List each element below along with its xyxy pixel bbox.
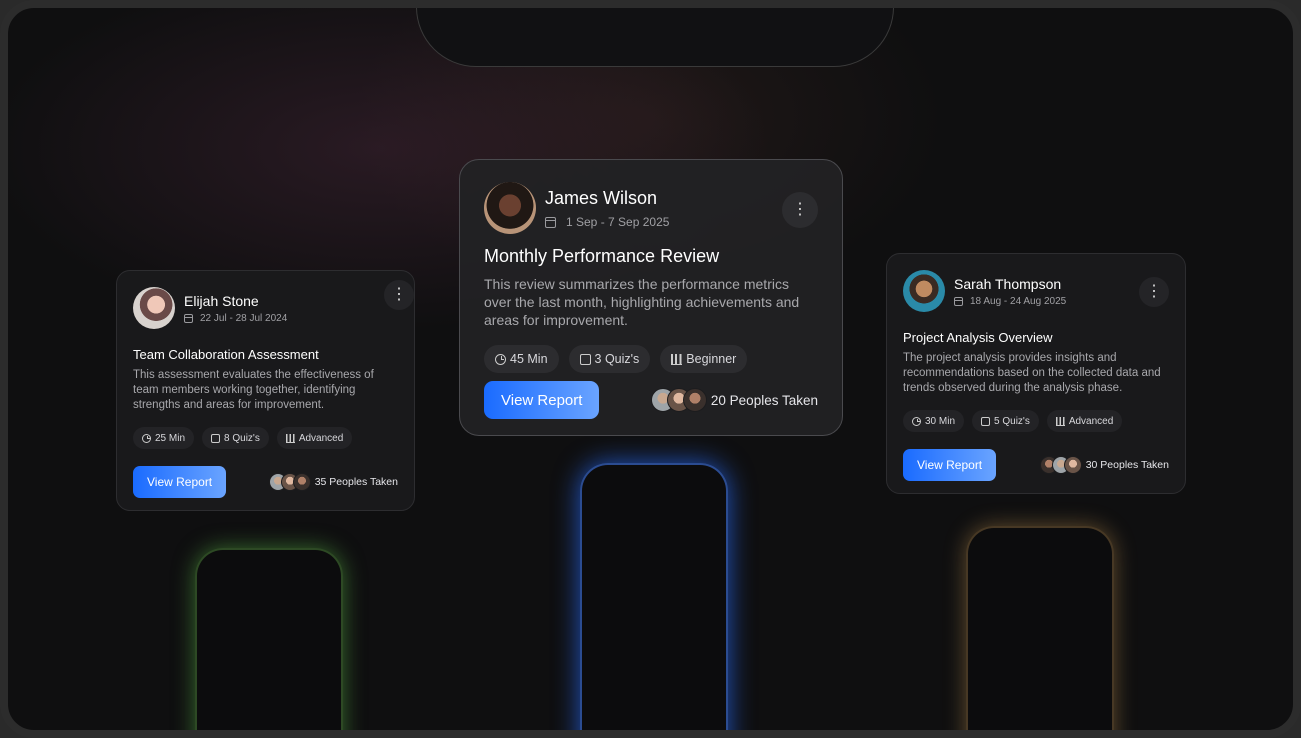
participant-avatar: [1063, 456, 1082, 474]
top-shape: [416, 8, 894, 67]
clock-icon: [912, 416, 921, 426]
user-name: James Wilson: [545, 188, 658, 208]
card-title: Project Analysis Overview: [903, 330, 1053, 345]
card-meta: 30 Min 5 Quiz's Advanced: [903, 410, 1169, 432]
more-vertical-icon: ⋮: [1146, 283, 1162, 300]
view-report-button[interactable]: View Report: [903, 449, 997, 481]
level-chip: Advanced: [276, 427, 353, 449]
date-text: 18 Aug - 24 Aug 2025: [970, 295, 1067, 307]
glow-pillar-green: [195, 548, 343, 730]
card-header: Elijah Stone 22 Jul - 28 Jul 2024: [133, 287, 398, 329]
card-meta: 25 Min 8 Quiz's Advanced: [133, 427, 398, 449]
avatar: [484, 182, 536, 234]
takers: 35 Peoples Taken: [268, 473, 398, 491]
quiz-chip: 8 Quiz's: [202, 427, 269, 449]
participant-avatar: [682, 388, 707, 412]
more-options-button[interactable]: ⋮: [384, 280, 414, 310]
bar-chart-icon: [671, 353, 683, 365]
participant-avatar: [292, 473, 311, 491]
date-text: 1 Sep - 7 Sep 2025: [566, 215, 670, 229]
glow-pillar-blue: [580, 463, 728, 730]
bar-chart-icon: [1055, 416, 1065, 426]
clock-icon: [495, 353, 506, 365]
avatar-stack: [1039, 456, 1082, 474]
date-text: 22 Jul - 28 Jul 2024: [200, 312, 288, 324]
level-text: Advanced: [1068, 415, 1114, 427]
user-name: Elijah Stone: [184, 292, 259, 309]
showcase-frame: Elijah Stone 22 Jul - 28 Jul 2024 ⋮ Team…: [0, 0, 1301, 738]
date-range: 1 Sep - 7 Sep 2025: [545, 215, 669, 229]
takers-text: 20 Peoples Taken: [710, 392, 818, 408]
avatar: [133, 287, 175, 329]
duration-text: 25 Min: [155, 432, 186, 444]
duration-text: 30 Min: [925, 415, 956, 427]
card-title: Team Collaboration Assessment: [133, 347, 319, 362]
date-range: 18 Aug - 24 Aug 2025: [954, 296, 1066, 307]
clipboard-icon: [579, 353, 591, 365]
quiz-text: 3 Quiz's: [594, 352, 640, 366]
view-report-button[interactable]: View Report: [484, 381, 600, 419]
calendar-icon: [184, 313, 193, 323]
quiz-chip: 3 Quiz's: [568, 345, 651, 373]
quiz-text: 5 Quiz's: [994, 415, 1030, 427]
duration-chip: 25 Min: [133, 427, 195, 449]
card-description: The project analysis provides insights a…: [903, 352, 1161, 394]
calendar-icon: [954, 296, 963, 306]
level-text: Beginner: [686, 352, 737, 366]
card-footer: View Report 20 Peoples Taken: [484, 381, 818, 419]
more-vertical-icon: ⋮: [391, 286, 407, 303]
glow-pillar-orange: [966, 526, 1114, 730]
card-footer: View Report 35 Peoples Taken: [133, 466, 398, 498]
duration-chip: 45 Min: [484, 345, 559, 373]
takers-text: 35 Peoples Taken: [314, 476, 398, 488]
clipboard-icon: [981, 416, 991, 426]
duration-chip: 30 Min: [903, 410, 965, 432]
card-description: This assessment evaluates the effectiven…: [133, 369, 374, 411]
duration-text: 45 Min: [510, 352, 548, 366]
calendar-icon: [545, 216, 556, 228]
assessment-card-featured: James Wilson 1 Sep - 7 Sep 2025 ⋮ Monthl…: [459, 159, 843, 436]
bar-chart-icon: [285, 433, 295, 443]
more-vertical-icon: ⋮: [792, 201, 808, 218]
clipboard-icon: [211, 433, 221, 443]
quiz-text: 8 Quiz's: [224, 432, 260, 444]
card-title: Monthly Performance Review: [484, 246, 720, 266]
more-options-button[interactable]: ⋮: [782, 192, 818, 228]
takers: 20 Peoples Taken: [650, 388, 818, 412]
takers: 30 Peoples Taken: [1039, 456, 1169, 474]
assessment-card: Elijah Stone 22 Jul - 28 Jul 2024 ⋮ Team…: [116, 270, 415, 511]
card-description: This review summarizes the performance m…: [484, 276, 800, 328]
avatar-stack: [268, 473, 311, 491]
level-text: Advanced: [298, 432, 344, 444]
avatar: [903, 270, 945, 312]
view-report-button[interactable]: View Report: [133, 466, 227, 498]
card-header: James Wilson 1 Sep - 7 Sep 2025: [484, 182, 818, 234]
level-chip: Beginner: [660, 345, 748, 373]
card-meta: 45 Min 3 Quiz's Beginner: [484, 345, 818, 373]
date-range: 22 Jul - 28 Jul 2024: [184, 313, 287, 324]
quiz-chip: 5 Quiz's: [972, 410, 1039, 432]
takers-text: 30 Peoples Taken: [1085, 459, 1169, 471]
assessment-card: Sarah Thompson 18 Aug - 24 Aug 2025 ⋮ Pr…: [886, 253, 1186, 494]
level-chip: Advanced: [1046, 410, 1123, 432]
user-name: Sarah Thompson: [954, 275, 1062, 292]
card-header: Sarah Thompson 18 Aug - 24 Aug 2025: [903, 270, 1169, 312]
clock-icon: [142, 433, 151, 443]
more-options-button[interactable]: ⋮: [1139, 277, 1169, 307]
avatar-stack: [650, 388, 707, 412]
card-footer: View Report 30 Peoples Taken: [903, 449, 1169, 481]
